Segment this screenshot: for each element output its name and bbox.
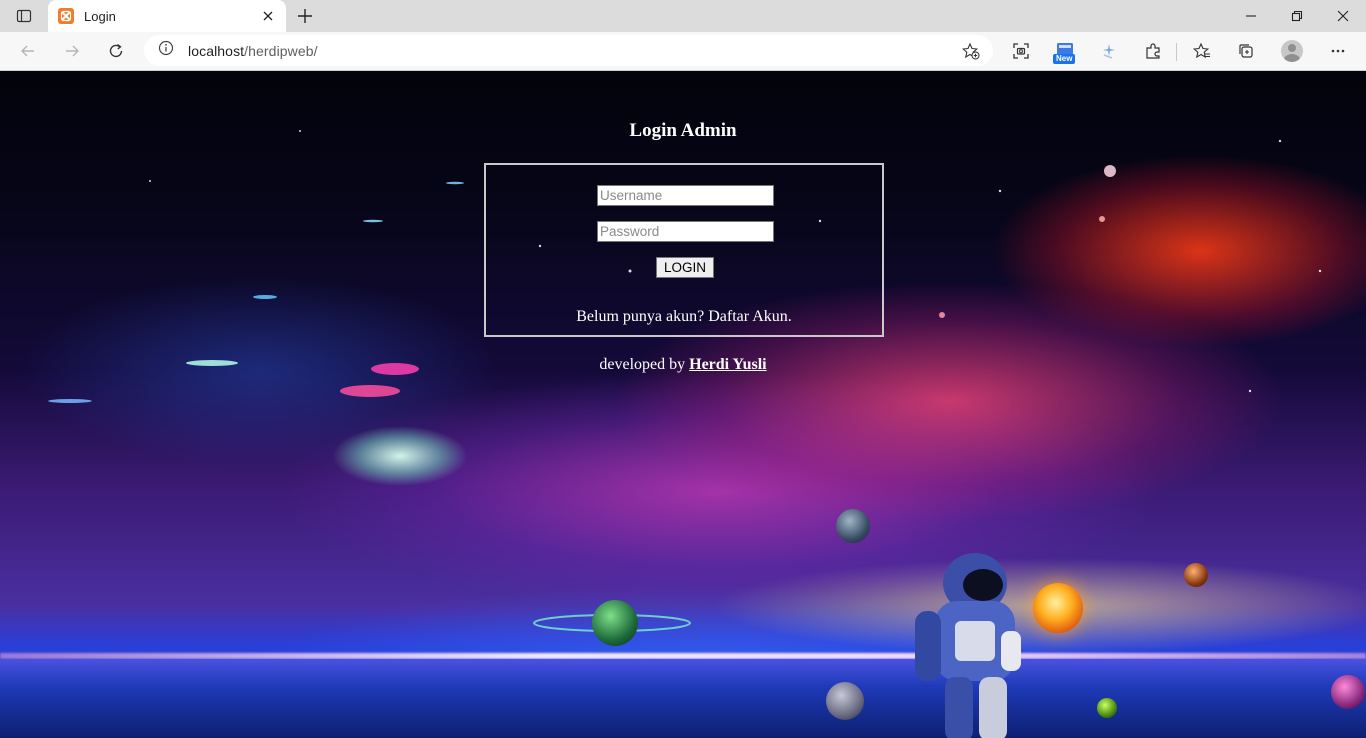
- more-icon[interactable]: [1322, 36, 1354, 66]
- toolbar-divider: [1176, 43, 1177, 61]
- collections-icon[interactable]: [1230, 36, 1262, 66]
- sparkle-icon[interactable]: [1093, 36, 1125, 66]
- ringed-planet-image: [592, 600, 638, 646]
- profile-icon[interactable]: [1276, 36, 1308, 66]
- favorites-icon[interactable]: [1186, 36, 1218, 66]
- developer-credit: developed by Herdi Yusli: [0, 356, 1366, 374]
- window-close-icon[interactable]: [1320, 0, 1366, 32]
- login-button[interactable]: LOGIN: [656, 257, 714, 278]
- planet-image: [1097, 698, 1117, 718]
- new-feature-icon[interactable]: New: [1049, 36, 1081, 66]
- forward-arrow-icon[interactable]: [56, 36, 88, 66]
- login-form: LOGIN Belum punya akun? Daftar Akun.: [484, 163, 884, 337]
- url-path: /herdipweb/: [244, 42, 318, 59]
- tab-strip: Login: [0, 0, 1366, 32]
- browser-tab[interactable]: Login: [48, 0, 286, 32]
- plus-icon[interactable]: [292, 4, 318, 28]
- sea-surface: [0, 659, 1366, 738]
- planet-image: [826, 682, 864, 720]
- url-host: localhost: [188, 42, 245, 59]
- register-prompt: Belum punya akun? Daftar Akun.: [486, 308, 882, 326]
- tab-actions-icon[interactable]: [8, 4, 40, 28]
- planet-image: [1184, 563, 1208, 587]
- author-link[interactable]: Herdi Yusli: [689, 356, 767, 373]
- planet-image: [1331, 675, 1365, 709]
- screenshot-icon[interactable]: [1005, 36, 1037, 66]
- info-icon[interactable]: [158, 40, 174, 61]
- tab-title: Login: [84, 8, 116, 24]
- browser-toolbar: localhost/herdipweb/ New: [0, 32, 1366, 71]
- avatar: [1281, 40, 1303, 62]
- add-favorite-icon[interactable]: [959, 39, 983, 63]
- username-input[interactable]: [597, 185, 774, 206]
- new-badge: New: [1053, 54, 1076, 64]
- credit-prefix: developed by: [599, 356, 690, 373]
- xampp-favicon-icon: [58, 8, 74, 24]
- sun-orb-image: [1033, 583, 1083, 633]
- planet-image: [836, 509, 870, 543]
- back-arrow-icon[interactable]: [12, 36, 44, 66]
- refresh-icon[interactable]: [100, 36, 132, 66]
- register-link[interactable]: Belum punya akun? Daftar Akun.: [576, 308, 792, 325]
- address-bar[interactable]: localhost/herdipweb/: [144, 35, 993, 66]
- url-text[interactable]: localhost/herdipweb/: [188, 43, 318, 59]
- extensions-icon[interactable]: [1137, 36, 1169, 66]
- page-viewport: Login Admin LOGIN Belum punya akun? Daft…: [0, 71, 1366, 738]
- restore-icon[interactable]: [1274, 0, 1320, 32]
- astronaut-image: [915, 553, 1021, 738]
- minimize-icon[interactable]: [1228, 0, 1274, 32]
- password-input[interactable]: [597, 221, 774, 242]
- page-title: Login Admin: [629, 120, 737, 141]
- close-icon[interactable]: [256, 4, 280, 28]
